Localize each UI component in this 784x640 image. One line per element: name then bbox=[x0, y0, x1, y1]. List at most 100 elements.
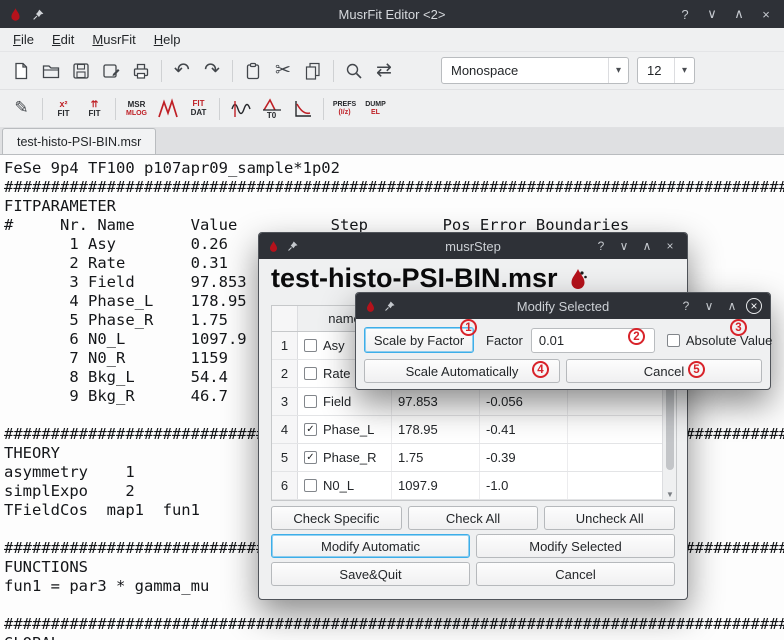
menu-help[interactable]: Help bbox=[145, 30, 190, 49]
musrstep-dialog: musrStep ? ∨ ∧ × test-histo-PSI-BIN.msr … bbox=[258, 232, 688, 600]
check-specific-button[interactable]: Check Specific bbox=[271, 506, 402, 530]
find-icon[interactable] bbox=[339, 56, 369, 86]
toolbar-separator bbox=[232, 60, 233, 82]
calc-chisq-icon[interactable]: x² FIT bbox=[48, 93, 79, 124]
maximize-button[interactable]: ∧ bbox=[729, 4, 749, 24]
musrfit-run-icon[interactable]: ⇈ FIT bbox=[79, 93, 110, 124]
editor-line: FeSe 9p4 TF100 p107apr09_sample*1p02 bbox=[0, 159, 784, 178]
row-checkbox[interactable]: ✓ bbox=[304, 423, 317, 436]
minimize-button[interactable]: ∨ bbox=[615, 237, 633, 255]
print-icon[interactable] bbox=[126, 56, 156, 86]
musrview-icon[interactable] bbox=[152, 93, 183, 124]
table-row[interactable]: 3 Field 97.853 -0.056 bbox=[272, 388, 664, 416]
help-button[interactable]: ? bbox=[592, 237, 610, 255]
musrstep-heading: test-histo-PSI-BIN.msr bbox=[271, 263, 590, 294]
minimize-button[interactable]: ∨ bbox=[700, 297, 718, 315]
undo-icon[interactable]: ↶ bbox=[167, 56, 197, 86]
pin-icon[interactable] bbox=[384, 300, 396, 312]
annotation-3: 3 bbox=[730, 319, 747, 336]
table-row[interactable]: 4 ✓Phase_L 178.95 -0.41 bbox=[272, 416, 664, 444]
menu-musrfit[interactable]: MusrFit bbox=[83, 30, 144, 49]
replace-icon[interactable]: ⇄ bbox=[369, 56, 399, 86]
musrstep-titlebar: musrStep ? ∨ ∧ × bbox=[259, 233, 687, 259]
musr-wizard-icon[interactable]: ✎ bbox=[6, 93, 37, 124]
save-as-icon[interactable] bbox=[96, 56, 126, 86]
musrfit-drop-icon bbox=[364, 300, 377, 313]
editor-line: ########################################… bbox=[0, 178, 784, 197]
absolute-value-label: Absolute Value bbox=[686, 333, 773, 348]
row-checkbox[interactable] bbox=[304, 339, 317, 352]
modify-selected-dialog: Modify Selected ? ∨ ∧ × Scale by Factor … bbox=[355, 292, 771, 390]
menu-edit[interactable]: Edit bbox=[43, 30, 83, 49]
modify-automatic-button[interactable]: Modify Automatic bbox=[271, 534, 470, 558]
redo-icon[interactable]: ↷ bbox=[197, 56, 227, 86]
musrfit-logo-icon bbox=[566, 267, 590, 291]
editor-line: GLOBAL bbox=[0, 634, 784, 640]
close-button[interactable]: × bbox=[746, 298, 762, 314]
toolbar-separator bbox=[333, 60, 334, 82]
paste-icon[interactable] bbox=[238, 56, 268, 86]
musrdump-icon[interactable]: DUMP EL bbox=[360, 93, 391, 124]
pin-icon[interactable] bbox=[287, 240, 299, 252]
msr2data-icon[interactable]: MSR MLOG bbox=[121, 93, 152, 124]
cancel-button[interactable]: Cancel bbox=[566, 359, 762, 383]
save-icon[interactable] bbox=[66, 56, 96, 86]
font-size-select[interactable]: 12 ▾ bbox=[637, 57, 695, 84]
menu-file[interactable]: File bbox=[4, 30, 43, 49]
menubar: File Edit MusrFit Help bbox=[0, 28, 784, 52]
pin-icon[interactable] bbox=[32, 8, 45, 21]
uncheck-all-button[interactable]: Uncheck All bbox=[544, 506, 675, 530]
annotation-2: 2 bbox=[628, 328, 645, 345]
scroll-down-icon[interactable]: ▼ bbox=[663, 488, 677, 500]
copy-icon[interactable] bbox=[298, 56, 328, 86]
scale-by-factor-button[interactable]: Scale by Factor bbox=[364, 327, 474, 353]
toolbar-separator bbox=[42, 98, 43, 120]
row-checkbox[interactable] bbox=[304, 479, 317, 492]
plot-icon[interactable] bbox=[287, 93, 318, 124]
close-button[interactable]: × bbox=[756, 4, 776, 24]
tab-msr-file[interactable]: test-histo-PSI-BIN.msr bbox=[2, 128, 156, 154]
musrfit-drop-icon bbox=[267, 240, 280, 253]
cancel-button[interactable]: Cancel bbox=[476, 562, 675, 586]
new-file-icon[interactable] bbox=[6, 56, 36, 86]
close-button[interactable]: × bbox=[661, 237, 679, 255]
cut-icon[interactable]: ✂ bbox=[268, 56, 298, 86]
annotation-4: 4 bbox=[532, 361, 549, 378]
dropdown-arrow-icon: ▾ bbox=[608, 58, 628, 83]
minimize-button[interactable]: ∨ bbox=[702, 4, 722, 24]
musrft-icon[interactable]: FIT DAT bbox=[183, 93, 214, 124]
toolbar-separator bbox=[219, 98, 220, 120]
save-quit-button[interactable]: Save&Quit bbox=[271, 562, 470, 586]
window-title: MusrFit Editor <2> bbox=[0, 7, 784, 22]
maximize-button[interactable]: ∧ bbox=[723, 297, 741, 315]
t0-wave-icon[interactable] bbox=[225, 93, 256, 124]
help-button[interactable]: ? bbox=[675, 4, 695, 24]
musrfit-app-icon bbox=[8, 7, 23, 22]
font-family-select[interactable]: Monospace ▾ bbox=[441, 57, 629, 84]
absolute-value-checkbox[interactable] bbox=[667, 334, 680, 347]
toolbar-separator bbox=[115, 98, 116, 120]
table-row[interactable]: 6 N0_L 1097.9 -1.0 bbox=[272, 472, 664, 500]
modify-selected-button[interactable]: Modify Selected bbox=[476, 534, 675, 558]
dropdown-arrow-icon: ▾ bbox=[674, 58, 694, 83]
editor-line: FITPARAMETER bbox=[0, 197, 784, 216]
maximize-button[interactable]: ∧ bbox=[638, 237, 656, 255]
window-titlebar: MusrFit Editor <2> ? ∨ ∧ × bbox=[0, 0, 784, 28]
tabbar: test-histo-PSI-BIN.msr bbox=[0, 128, 784, 155]
row-checkbox[interactable] bbox=[304, 367, 317, 380]
toolbar-separator bbox=[161, 60, 162, 82]
annotation-5: 5 bbox=[688, 361, 705, 378]
help-button[interactable]: ? bbox=[677, 297, 695, 315]
editor-line: ########################################… bbox=[0, 615, 784, 634]
annotation-1: 1 bbox=[460, 319, 477, 336]
row-checkbox[interactable]: ✓ bbox=[304, 451, 317, 464]
table-row[interactable]: 5 ✓Phase_R 1.75 -0.39 bbox=[272, 444, 664, 472]
musrfit-toolbar: ✎ x² FIT ⇈ FIT MSR MLOG FIT DAT T0 PREFS… bbox=[0, 90, 784, 128]
musrprefs-icon[interactable]: PREFS (I/z) bbox=[329, 93, 360, 124]
scale-automatically-button[interactable]: Scale Automatically bbox=[364, 359, 560, 383]
row-checkbox[interactable] bbox=[304, 395, 317, 408]
open-file-icon[interactable] bbox=[36, 56, 66, 86]
check-all-button[interactable]: Check All bbox=[408, 506, 539, 530]
toolbar-separator bbox=[323, 98, 324, 120]
musrt0-icon[interactable]: T0 bbox=[256, 93, 287, 124]
